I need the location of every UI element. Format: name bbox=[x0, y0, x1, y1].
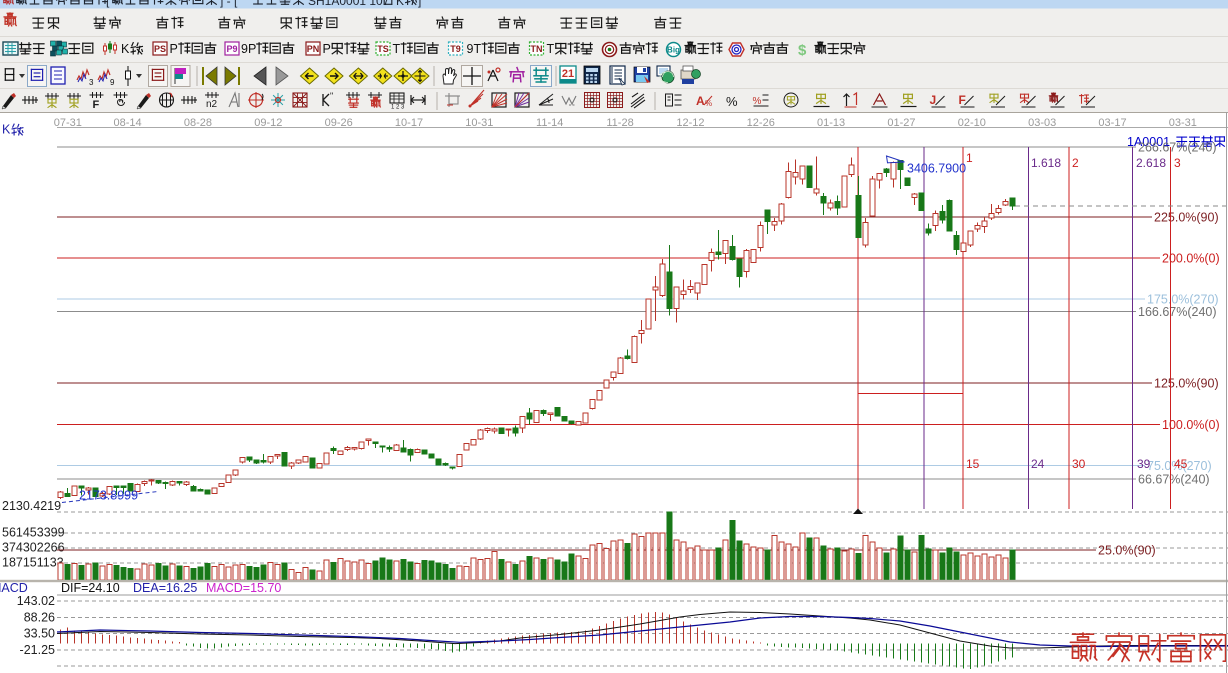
svg-text:03-17: 03-17 bbox=[1098, 117, 1126, 129]
svg-text:66.67%(240): 66.67%(240) bbox=[1138, 473, 1210, 487]
svg-text:SH1A0001 107: SH1A0001 107 bbox=[308, 0, 390, 8]
svg-text:1 2 3: 1 2 3 bbox=[391, 105, 405, 111]
svg-text:30: 30 bbox=[1072, 457, 1086, 471]
svg-text:] - [: ] - [ bbox=[220, 0, 238, 8]
svg-text:-21.25: -21.25 bbox=[20, 643, 55, 657]
svg-text:09-26: 09-26 bbox=[325, 117, 353, 129]
svg-text:187151133: 187151133 bbox=[2, 555, 64, 569]
svg-text:A: A bbox=[696, 94, 705, 108]
svg-text:T: T bbox=[393, 42, 401, 56]
svg-text:MACD: MACD bbox=[0, 581, 28, 595]
svg-text:": " bbox=[330, 91, 333, 101]
svg-text:P: P bbox=[323, 42, 331, 56]
svg-text:09-12: 09-12 bbox=[254, 117, 282, 129]
svg-text:9: 9 bbox=[110, 78, 115, 87]
svg-text:02-10: 02-10 bbox=[958, 117, 986, 129]
svg-text:11-28: 11-28 bbox=[606, 117, 633, 129]
svg-text:%: % bbox=[726, 94, 738, 109]
svg-text:K: K bbox=[121, 42, 130, 56]
svg-text:DIF=24.10: DIF=24.10 bbox=[61, 581, 120, 595]
svg-text:MACD=15.70: MACD=15.70 bbox=[206, 581, 281, 595]
svg-text:15: 15 bbox=[966, 457, 980, 471]
svg-text:07-31: 07-31 bbox=[54, 117, 82, 129]
svg-text:143.02: 143.02 bbox=[17, 594, 55, 608]
svg-text:45: 45 bbox=[1174, 457, 1188, 471]
svg-text:P9: P9 bbox=[226, 44, 237, 54]
svg-text:]: ] bbox=[418, 0, 421, 8]
svg-text:PN: PN bbox=[307, 44, 320, 54]
svg-text:J: J bbox=[930, 93, 937, 107]
svg-text:n2: n2 bbox=[206, 99, 218, 110]
svg-text:166.67%(240): 166.67%(240) bbox=[1138, 305, 1217, 319]
svg-text:9P: 9P bbox=[241, 42, 256, 56]
svg-text:11-14: 11-14 bbox=[536, 117, 563, 129]
svg-text:K: K bbox=[396, 0, 404, 8]
svg-text:10-17: 10-17 bbox=[395, 117, 423, 129]
svg-text:39: 39 bbox=[1137, 457, 1151, 471]
svg-text:F: F bbox=[93, 99, 100, 111]
svg-text:1.618: 1.618 bbox=[1031, 156, 1061, 170]
svg-text:2: 2 bbox=[1072, 156, 1079, 170]
svg-text:T9: T9 bbox=[450, 44, 461, 54]
svg-text:3: 3 bbox=[89, 78, 94, 87]
svg-text:25.0%(90): 25.0%(90) bbox=[1098, 544, 1156, 558]
svg-text:3406.7900: 3406.7900 bbox=[907, 162, 966, 176]
svg-text:TN: TN bbox=[531, 44, 543, 54]
svg-text:T: T bbox=[547, 42, 555, 56]
svg-text:03-03: 03-03 bbox=[1028, 117, 1056, 129]
svg-text:Big: Big bbox=[667, 46, 680, 55]
svg-text:01-27: 01-27 bbox=[887, 117, 915, 129]
svg-text:10-31: 10-31 bbox=[465, 117, 493, 129]
svg-text:33.50: 33.50 bbox=[24, 627, 55, 641]
svg-text:03-31: 03-31 bbox=[1169, 117, 1197, 129]
svg-text:1: 1 bbox=[966, 151, 973, 165]
svg-text:TS: TS bbox=[377, 44, 389, 54]
svg-text:2173.8999: 2173.8999 bbox=[79, 489, 138, 503]
svg-text:88.26: 88.26 bbox=[24, 610, 55, 624]
svg-text:9T: 9T bbox=[467, 42, 482, 56]
svg-text:24: 24 bbox=[1031, 457, 1045, 471]
svg-text:P: P bbox=[170, 42, 178, 56]
svg-text:225.0%(90): 225.0%(90) bbox=[1154, 210, 1219, 224]
svg-text:K: K bbox=[2, 123, 11, 137]
svg-text:01-13: 01-13 bbox=[817, 117, 845, 129]
svg-text:2130.4219: 2130.4219 bbox=[2, 499, 61, 513]
svg-text:21: 21 bbox=[562, 68, 574, 80]
svg-text:%: % bbox=[705, 99, 712, 108]
svg-text:266.67%(240): 266.67%(240) bbox=[1138, 141, 1217, 155]
svg-text:3: 3 bbox=[1174, 156, 1181, 170]
svg-text:08-28: 08-28 bbox=[184, 117, 212, 129]
svg-text:125.0%(90): 125.0%(90) bbox=[1154, 377, 1219, 391]
svg-text:PS: PS bbox=[154, 44, 166, 54]
svg-text:08-14: 08-14 bbox=[114, 117, 142, 129]
svg-text:561453399: 561453399 bbox=[2, 526, 65, 540]
svg-text:%: % bbox=[753, 96, 762, 107]
svg-text:374302266: 374302266 bbox=[2, 541, 65, 555]
svg-text:$: $ bbox=[798, 42, 807, 59]
svg-text:12-12: 12-12 bbox=[676, 117, 704, 129]
svg-text:2.618: 2.618 bbox=[1136, 156, 1166, 170]
svg-text:12-26: 12-26 bbox=[747, 117, 775, 129]
svg-text:DEA=16.25: DEA=16.25 bbox=[133, 581, 197, 595]
